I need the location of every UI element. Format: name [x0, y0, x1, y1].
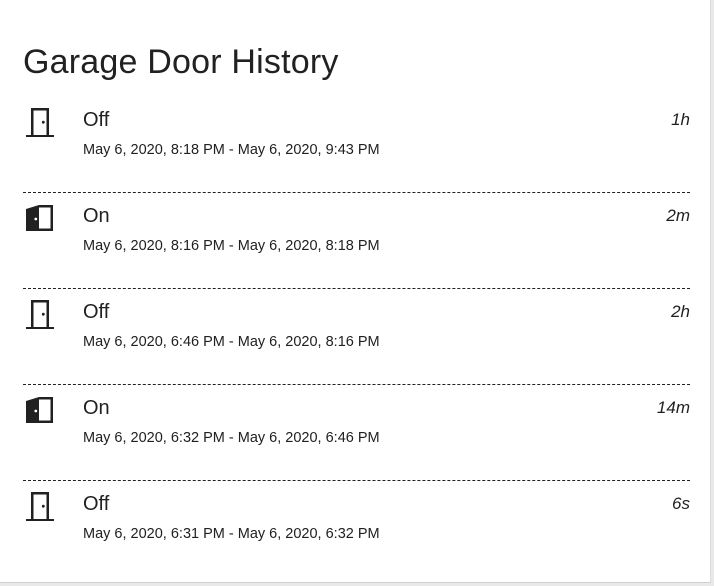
entry-duration: 14m [656, 398, 690, 417]
entry-state: On [83, 205, 110, 227]
history-list: Off May 6, 2020, 8:18 PM - May 6, 2020, … [23, 97, 690, 577]
entry-time-range: May 6, 2020, 6:32 PM - May 6, 2020, 6:46… [83, 430, 380, 446]
entry-state: Off [83, 109, 110, 131]
history-entry: On May 6, 2020, 8:16 PM - May 6, 2020, 8… [23, 193, 690, 289]
door-closed-icon [23, 105, 57, 139]
door-open-icon [23, 201, 57, 235]
entry-state: Off [83, 301, 110, 323]
door-closed-icon [23, 489, 57, 523]
entry-duration: 2m [666, 206, 690, 225]
history-card: Garage Door History Off May 6, 2020, 8:1… [0, 0, 711, 583]
entry-state: Off [83, 493, 110, 515]
entry-time-range: May 6, 2020, 8:16 PM - May 6, 2020, 8:18… [83, 238, 380, 254]
door-open-icon [23, 393, 57, 427]
entry-duration: 2h [671, 302, 690, 321]
history-entry: On May 6, 2020, 6:32 PM - May 6, 2020, 6… [23, 385, 690, 481]
entry-time-range: May 6, 2020, 6:46 PM - May 6, 2020, 8:16… [83, 334, 380, 350]
entry-time-range: May 6, 2020, 6:31 PM - May 6, 2020, 6:32… [83, 526, 380, 542]
card-title: Garage Door History [23, 43, 339, 81]
entry-state: On [83, 397, 110, 419]
entry-duration: 6s [672, 494, 690, 513]
door-closed-icon [23, 297, 57, 331]
entry-duration: 1h [671, 110, 690, 129]
history-entry: Off May 6, 2020, 8:18 PM - May 6, 2020, … [23, 97, 690, 193]
entry-time-range: May 6, 2020, 8:18 PM - May 6, 2020, 9:43… [83, 142, 380, 158]
history-entry: Off May 6, 2020, 6:31 PM - May 6, 2020, … [23, 481, 690, 577]
history-entry: Off May 6, 2020, 6:46 PM - May 6, 2020, … [23, 289, 690, 385]
